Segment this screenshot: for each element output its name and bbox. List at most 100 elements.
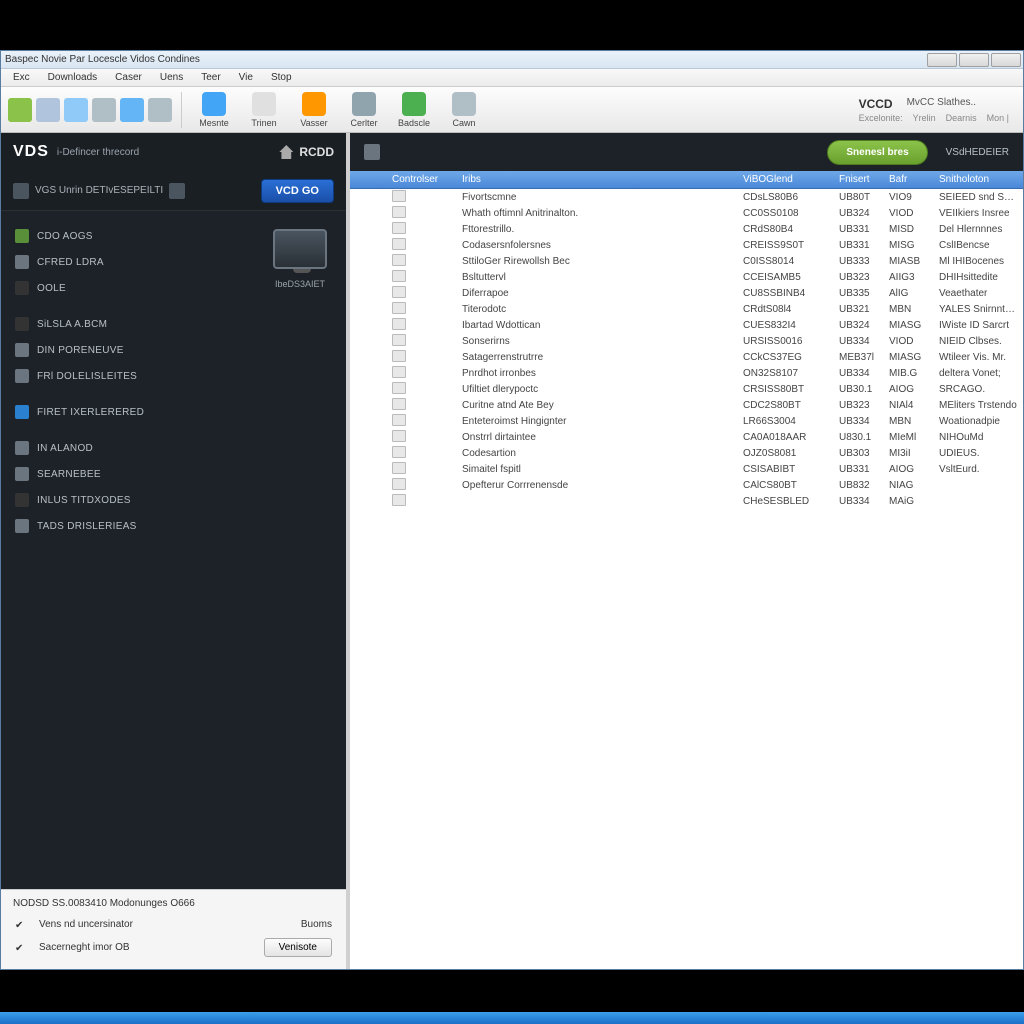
table-row[interactable]: BsltuttervlCCEISAMB5UB323AIIG3DHIHsitted… <box>350 269 1023 285</box>
table-row[interactable]: TiterodotcCRdtS08l4UB321MBNYALES Snirnnt… <box>350 301 1023 317</box>
menu-downloads[interactable]: Downloads <box>40 70 105 85</box>
nav-label: FRl DOLELISLEITES <box>37 371 137 382</box>
cell <box>386 238 456 253</box>
footer-button[interactable]: Venisote <box>264 938 332 957</box>
minimize-button[interactable] <box>927 53 957 67</box>
table-row[interactable]: SatagerrenstrutrreCCkCS37EGMEB37lMIASGWt… <box>350 349 1023 365</box>
sidebar-hdr-right[interactable]: RCDD <box>299 145 334 159</box>
sidebar-item-firet-ixerlerred[interactable]: FIRET IXERLERERED <box>1 399 254 425</box>
cell: AIIG3 <box>883 272 933 283</box>
table-row[interactable]: SttiloGer Rirewollsh BecC0ISS8014UB333MI… <box>350 253 1023 269</box>
cell: MBN <box>883 416 933 427</box>
table-row[interactable]: DiferrapoeCU8SSBINB4UB335AlIGVeaethater <box>350 285 1023 301</box>
table-row[interactable]: Opefterur CorrrenensdeCAlCS80BTUB832NIAG <box>350 477 1023 493</box>
col-header[interactable]: Iribs <box>456 174 701 185</box>
sidebar-item-din-poreinuve[interactable]: DIN PORENEUVE <box>1 337 254 363</box>
sidebar-item-silsla-a-bcm[interactable]: SiLSLA A.BCM <box>1 311 254 337</box>
sidebar-item-cfred-ldra[interactable]: CFRED LDRA <box>1 249 254 275</box>
sidebar-item-frl-doleisleites[interactable]: FRl DOLELISLEITES <box>1 363 254 389</box>
menu-vie[interactable]: Vie <box>231 70 261 85</box>
new-icon[interactable] <box>8 98 32 122</box>
file-icon <box>392 494 406 506</box>
oole-icon <box>15 281 29 295</box>
list-icon[interactable] <box>120 98 144 122</box>
vcd-go-button[interactable]: VCD GO <box>261 179 334 203</box>
menu-teer[interactable]: Teer <box>193 70 228 85</box>
table-row[interactable]: Enteteroimst HingignterLR66S3004UB334MBN… <box>350 413 1023 429</box>
col-header[interactable]: Fnisert <box>833 174 883 185</box>
shared-button[interactable]: Snenesl bres <box>827 140 927 165</box>
table-row[interactable]: Onstrrl dirtainteeCA0A018AARU830.1MIeMlN… <box>350 429 1023 445</box>
table-row[interactable]: CHeSESBLEDUB334MAiG <box>350 493 1023 509</box>
file-list[interactable]: ControlserIribs ViBOGlendFnisertBafrSnith… <box>350 171 1023 969</box>
save-icon[interactable] <box>64 98 88 122</box>
col-header[interactable]: ViBOGlend <box>737 174 833 185</box>
table-row[interactable]: SonserirnsURSISS0016UB334VIODNIEID Clbse… <box>350 333 1023 349</box>
print-icon[interactable] <box>148 98 172 122</box>
table-row[interactable]: Ibartad WdotticanCUES832I4UB324MIASGIWis… <box>350 317 1023 333</box>
toolbar-mesnte-button[interactable]: Mesnte <box>190 92 238 128</box>
toolbar-cawn-button[interactable]: Cawn <box>440 92 488 128</box>
col-header[interactable]: Bafr <box>883 174 933 185</box>
cell <box>386 302 456 317</box>
cell: VsltEurd. <box>933 464 1023 475</box>
file-icon <box>392 414 406 426</box>
menu-caser[interactable]: Caser <box>107 70 150 85</box>
cell: CA0A018AAR <box>737 432 833 443</box>
cell: CDsLS80B6 <box>737 192 833 203</box>
cell: MIASG <box>883 320 933 331</box>
check-icon[interactable]: ✔ <box>15 943 25 953</box>
searnebee-icon <box>15 467 29 481</box>
cell: CRdtS08l4 <box>737 304 833 315</box>
device-icon[interactable] <box>273 229 327 269</box>
copy-icon[interactable] <box>92 98 116 122</box>
maximize-button[interactable] <box>959 53 989 67</box>
table-row[interactable]: Curitne atnd Ate BeyCDC2S80BTUB323NIAl4M… <box>350 397 1023 413</box>
menu-exc[interactable]: Exc <box>5 70 38 85</box>
cerlter-icon <box>352 92 376 116</box>
taskbar[interactable] <box>0 1012 1024 1024</box>
sidebar-item-oole[interactable]: OOLE <box>1 275 254 301</box>
sidebar-item-searnebee[interactable]: SEARNEBEE <box>1 461 254 487</box>
sidebar-item-cdo-dogs[interactable]: CDO AOGS <box>1 223 254 249</box>
toolbar-badscle-button[interactable]: Badscle <box>390 92 438 128</box>
open-icon[interactable] <box>36 98 60 122</box>
col-header[interactable]: Snitholoton <box>933 174 1023 185</box>
col-header[interactable]: Controlser <box>386 174 456 185</box>
toolbar-label: Trinen <box>251 118 276 128</box>
sidebar-item-inlus-titdxodes[interactable]: INLUS TITDXODES <box>1 487 254 513</box>
cell: VIOD <box>883 208 933 219</box>
cell: CSISABIBT <box>737 464 833 475</box>
cell: MEliters Trstendo <box>933 400 1023 411</box>
file-icon <box>392 318 406 330</box>
main-hdr-right[interactable]: VSdHEDEIER <box>946 147 1009 158</box>
table-row[interactable]: Simaitel fspitlCSISABIBTUB331AIOGVsltEur… <box>350 461 1023 477</box>
menu-uens[interactable]: Uens <box>152 70 191 85</box>
toolbar-trinen-button[interactable]: Trinen <box>240 92 288 128</box>
table-row[interactable]: Fttorestrillo.CRdS80B4UB331MISDDel Hlern… <box>350 221 1023 237</box>
sidebar-item-tads-drislerieas[interactable]: TADS DRISLERIEAS <box>1 513 254 539</box>
tab-icon[interactable] <box>364 144 380 160</box>
close-button[interactable] <box>991 53 1021 67</box>
frl-doleisleites-icon <box>15 369 29 383</box>
cell: URSISS0016 <box>737 336 833 347</box>
sidebar-item-in-alanod[interactable]: IN ALANOD <box>1 435 254 461</box>
file-icon <box>392 446 406 458</box>
check-icon[interactable]: ✔ <box>15 920 25 930</box>
home-icon[interactable] <box>279 145 293 159</box>
toolbar-cerlter-button[interactable]: Cerlter <box>340 92 388 128</box>
file-icon <box>392 334 406 346</box>
cell: SttiloGer Rirewollsh Bec <box>456 256 701 267</box>
file-icon <box>392 286 406 298</box>
cell: UB323 <box>833 400 883 411</box>
table-row[interactable]: CodasersnfolersnesCREISS9S0TUB331MISGCsl… <box>350 237 1023 253</box>
table-row[interactable]: CodesartionOJZ0S8081UB303MI3iIUDIEUS. <box>350 445 1023 461</box>
menu-stop[interactable]: Stop <box>263 70 300 85</box>
table-row[interactable]: Ufiltiet dlerypoctcCRSISS80BTUB30.1AIOGS… <box>350 381 1023 397</box>
table-row[interactable]: FivortscmneCDsLS80B6UB80TVIO9SEIEED snd … <box>350 189 1023 205</box>
column-header[interactable]: ControlserIribs ViBOGlendFnisertBafrSnith… <box>350 171 1023 189</box>
cell: UB324 <box>833 320 883 331</box>
table-row[interactable]: Whath oftimnl Anitrinalton.CC0SS0108UB32… <box>350 205 1023 221</box>
table-row[interactable]: Pnrdhot irronbesON32S8107UB334MIB.Gdelte… <box>350 365 1023 381</box>
toolbar-vasser-button[interactable]: Vasser <box>290 92 338 128</box>
